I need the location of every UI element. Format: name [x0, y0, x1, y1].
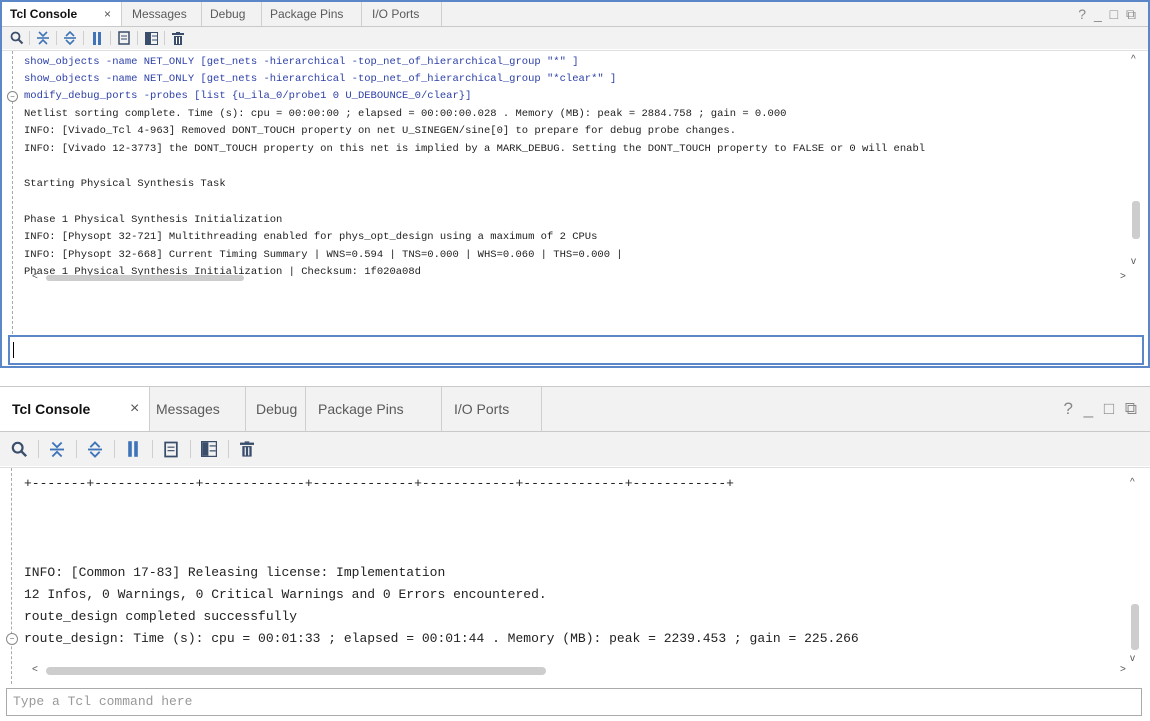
scroll-right-icon[interactable]: >: [1120, 665, 1126, 675]
tab-bar: Tcl Console × Messages Debug Package Pin…: [0, 387, 1150, 432]
tcl-console-panel-bottom: Tcl Console × Messages Debug Package Pin…: [0, 386, 1150, 721]
vertical-scrollbar[interactable]: ^ v: [1130, 51, 1142, 311]
tab-label: I/O Ports: [372, 7, 420, 21]
console-line: INFO: [Physopt 32-721] Multithreading en…: [24, 231, 598, 243]
input-placeholder: Type a Tcl command here: [13, 694, 193, 709]
console-toolbar: [2, 27, 1148, 49]
tcl-command-input[interactable]: [8, 335, 1144, 365]
table-view-icon[interactable]: [198, 438, 220, 460]
tab-label: Debug: [210, 7, 246, 21]
fold-toggle-icon[interactable]: −: [6, 633, 18, 645]
scrollbar-thumb[interactable]: [1131, 604, 1139, 650]
console-line: INFO: [Physopt 32-668] Current Timing Su…: [24, 249, 623, 261]
console-line: +-------+-------------+-------------+---…: [24, 476, 734, 491]
expand-all-icon[interactable]: [61, 29, 79, 47]
console-line: INFO: [Vivado_Tcl 4-963] Removed DONT_TO…: [24, 125, 737, 137]
tab-tcl-console[interactable]: Tcl Console ×: [0, 387, 150, 431]
pause-icon[interactable]: [88, 29, 106, 47]
scroll-up-icon[interactable]: ^: [1131, 55, 1136, 65]
console-line: Netlist sorting complete. Time (s): cpu …: [24, 108, 787, 120]
console-line: Starting Physical Synthesis Task: [24, 178, 226, 190]
horizontal-scrollbar[interactable]: < >: [32, 272, 1132, 283]
collapse-all-icon[interactable]: [46, 438, 68, 460]
search-icon[interactable]: [8, 438, 30, 460]
vertical-scrollbar[interactable]: ^ v: [1128, 468, 1142, 668]
window-controls[interactable]: ? _ □ ⧉: [1078, 6, 1138, 23]
expand-all-icon[interactable]: [84, 438, 106, 460]
tab-label: Debug: [256, 401, 298, 417]
tab-package-pins[interactable]: Package Pins: [306, 387, 442, 431]
close-icon[interactable]: ×: [104, 2, 111, 26]
window-controls[interactable]: ? _ □ ⧉: [1064, 399, 1141, 419]
tcl-console-panel-top: Tcl Console × Messages Debug Package Pin…: [0, 0, 1150, 368]
table-view-icon[interactable]: [142, 29, 160, 47]
scroll-left-icon[interactable]: <: [32, 665, 38, 675]
tab-tcl-console[interactable]: Tcl Console ×: [2, 2, 122, 26]
tcl-command-input[interactable]: Type a Tcl command here: [6, 688, 1142, 716]
copy-icon[interactable]: [115, 29, 133, 47]
tab-label: Messages: [132, 7, 187, 21]
console-toolbar: [0, 432, 1150, 466]
tab-bar: Tcl Console × Messages Debug Package Pin…: [2, 2, 1148, 27]
console-line: route_design: Time (s): cpu = 00:01:33 ;…: [24, 631, 859, 646]
horizontal-scrollbar[interactable]: < >: [32, 665, 1130, 677]
pause-icon[interactable]: [122, 438, 144, 460]
tab-messages[interactable]: Messages: [122, 2, 202, 26]
scroll-left-icon[interactable]: <: [32, 272, 38, 282]
trash-icon[interactable]: [169, 29, 187, 47]
console-line: show_objects -name NET_ONLY [get_nets -h…: [24, 73, 617, 85]
scroll-down-icon[interactable]: v: [1130, 654, 1135, 664]
tab-label: I/O Ports: [454, 401, 510, 417]
tab-label: Package Pins: [270, 7, 344, 21]
tab-label: Package Pins: [318, 401, 404, 417]
console-output[interactable]: show_objects -name NET_ONLY [get_nets -h…: [2, 50, 1148, 334]
scrollbar-thumb[interactable]: [46, 667, 546, 675]
scrollbar-thumb[interactable]: [46, 275, 244, 281]
tab-label: Messages: [156, 401, 220, 417]
tab-io-ports[interactable]: I/O Ports: [442, 387, 542, 431]
scroll-down-icon[interactable]: v: [1131, 257, 1136, 267]
console-output[interactable]: +-------+-------------+-------------+---…: [0, 467, 1150, 684]
trash-icon[interactable]: [236, 438, 258, 460]
tab-io-ports[interactable]: I/O Ports: [362, 2, 442, 26]
tab-package-pins[interactable]: Package Pins: [262, 2, 362, 26]
fold-toggle-icon[interactable]: −: [7, 91, 18, 102]
console-line: 12 Infos, 0 Warnings, 0 Critical Warning…: [24, 587, 547, 602]
text-cursor: [13, 342, 14, 358]
tab-label: Tcl Console: [12, 401, 91, 417]
tab-debug[interactable]: Debug: [246, 387, 306, 431]
console-line: show_objects -name NET_ONLY [get_nets -h…: [24, 56, 579, 68]
scroll-up-icon[interactable]: ^: [1130, 478, 1135, 488]
close-icon[interactable]: ×: [130, 387, 139, 431]
scrollbar-thumb[interactable]: [1132, 201, 1140, 239]
console-line: route_design completed successfully: [24, 609, 298, 624]
tab-messages[interactable]: Messages: [150, 387, 246, 431]
console-line: INFO: [Vivado 12-3773] the DONT_TOUCH pr…: [24, 143, 926, 155]
console-line: modify_debug_ports -probes [list {u_ila_…: [24, 90, 472, 102]
console-line: Phase 1 Physical Synthesis Initializatio…: [24, 214, 283, 226]
tab-debug[interactable]: Debug: [202, 2, 262, 26]
tab-label: Tcl Console: [10, 7, 78, 21]
scroll-right-icon[interactable]: >: [1120, 272, 1126, 282]
console-line: INFO: [Common 17-83] Releasing license: …: [24, 565, 446, 580]
copy-icon[interactable]: [160, 438, 182, 460]
search-icon[interactable]: [8, 29, 26, 47]
collapse-all-icon[interactable]: [34, 29, 52, 47]
